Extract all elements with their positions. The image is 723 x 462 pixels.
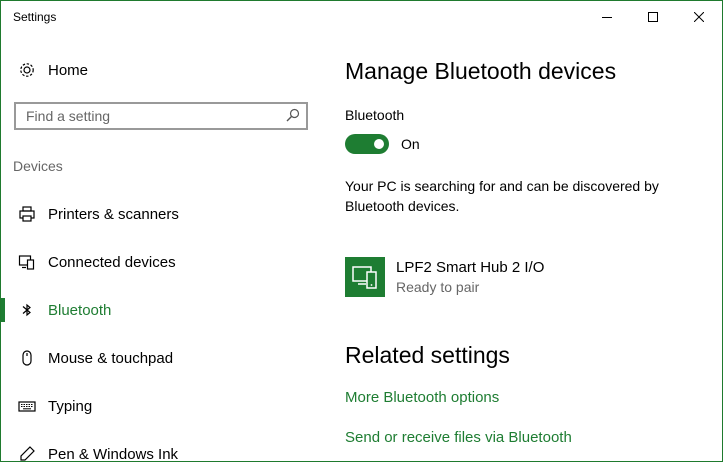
maximize-icon [648,12,658,22]
section-label: Devices [13,158,63,174]
settings-window: Settings Home Devices Printers & scann [0,0,723,462]
related-settings-heading: Related settings [345,342,510,368]
bluetooth-toggle-label: Bluetooth [345,107,405,123]
mouse-icon [17,348,37,368]
search-box [14,102,308,130]
sidebar-item-label: Bluetooth [48,301,112,319]
window-title: Settings [13,10,57,24]
sidebar-item-bluetooth[interactable]: Bluetooth [1,290,324,330]
title-bar: Settings [1,1,722,33]
main-content: Manage Bluetooth devices Bluetooth On Yo… [345,33,715,461]
sidebar-item-label: Printers & scanners [48,205,179,223]
discovery-description: Your PC is searching for and can be disc… [345,178,659,214]
pen-icon [17,444,37,461]
search-icon[interactable] [286,108,300,122]
device-name: LPF2 Smart Hub 2 I/O [396,259,545,276]
page-title: Manage Bluetooth devices [345,58,617,84]
sidebar-item-pen[interactable]: Pen & Windows Ink [1,434,324,462]
sidebar-item-label: Typing [48,397,93,415]
sidebar-item-home[interactable]: Home [1,50,324,90]
sidebar-item-connected-devices[interactable]: Connected devices [1,242,324,282]
search-input[interactable] [16,104,286,128]
sidebar-item-label: Home [48,61,89,79]
printer-icon [17,204,37,224]
toggle-knob [374,139,384,149]
close-button[interactable] [676,1,722,33]
sidebar-item-printers[interactable]: Printers & scanners [1,194,324,234]
connected-devices-icon [17,252,37,272]
toggle-state-text: On [401,136,420,152]
minimize-icon [602,17,612,18]
sidebar-item-label: Pen & Windows Ink [48,445,179,462]
keyboard-icon [17,396,37,416]
send-receive-files-link[interactable]: Send or receive files via Bluetooth [345,429,572,446]
bluetooth-icon [17,300,37,320]
bluetooth-toggle[interactable] [345,134,389,154]
minimize-button[interactable] [584,1,630,33]
sidebar-item-mouse[interactable]: Mouse & touchpad [1,338,324,378]
device-status: Ready to pair [396,279,480,295]
sidebar-item-label: Mouse & touchpad [48,349,174,367]
more-bluetooth-options-link[interactable]: More Bluetooth options [345,389,499,406]
sidebar-item-typing[interactable]: Typing [1,386,324,426]
maximize-button[interactable] [630,1,676,33]
sidebar-item-label: Connected devices [48,253,176,271]
device-item[interactable]: LPF2 Smart Hub 2 I/O Ready to pair [345,257,705,297]
close-icon [694,12,704,22]
sidebar: Home Devices Printers & scanners Connect… [1,33,324,461]
gear-icon [17,60,37,80]
device-icon [345,257,385,297]
selection-indicator [1,298,5,322]
